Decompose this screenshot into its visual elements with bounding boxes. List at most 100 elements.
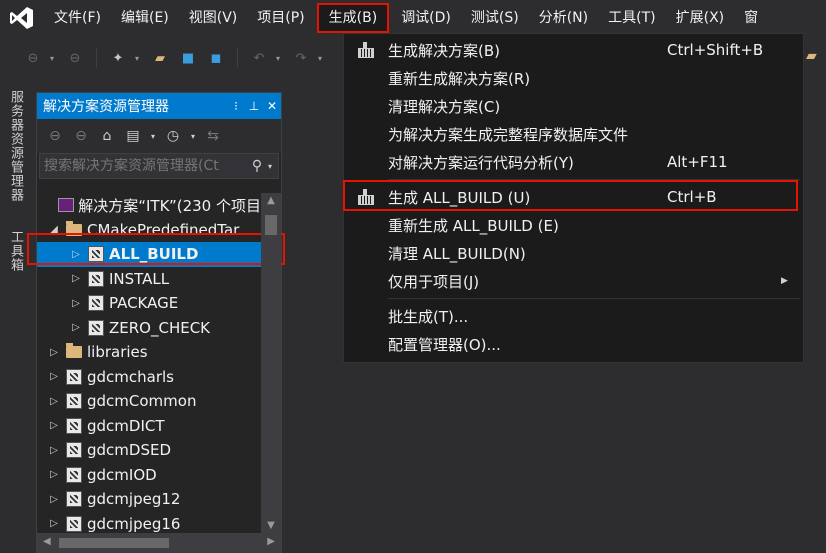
home-icon[interactable]: ⌂ [97, 128, 117, 144]
back-dropdown-icon[interactable]: ▾ [50, 54, 58, 63]
forward-icon[interactable]: ⊖ [64, 47, 86, 69]
menu-edit[interactable]: 编辑(E) [111, 0, 179, 36]
solution-explorer-titlebar: 解决方案资源管理器 ⁝ ⊥ ✕ [37, 93, 281, 119]
tree-item-label: libraries [87, 343, 148, 362]
build-menu-dropdown: 生成解决方案(B) Ctrl+Shift+B 重新生成解决方案(R) 清理解决方案(C… [343, 33, 804, 363]
tree-item[interactable]: ▷ gdcmcharls [37, 365, 261, 390]
menu-build[interactable]: 生成(B) [316, 3, 390, 33]
menu-window[interactable]: 窗 [734, 0, 768, 36]
menu-view[interactable]: 视图(V) [179, 0, 248, 36]
tree-item[interactable]: ▷ gdcmjpeg12 [37, 487, 261, 512]
tree-item[interactable]: ▷ gdcmCommon [37, 389, 261, 414]
collapse-arrow-icon[interactable]: ◢ [47, 224, 61, 235]
scroll-left-icon[interactable]: ◀ [43, 536, 51, 547]
menu-item-generate-full-pdb[interactable]: 为解决方案生成完整程序数据库文件 [344, 120, 803, 148]
pin-icon[interactable]: ⊥ [245, 99, 263, 113]
search-icon[interactable]: ⚲ [246, 158, 268, 174]
menu-item-build-all-build[interactable]: 生成 ALL_BUILD (U) Ctrl+B [344, 183, 803, 211]
scroll-up-icon[interactable]: ▲ [261, 195, 281, 206]
menu-file[interactable]: 文件(F) [44, 0, 111, 36]
undo-icon[interactable]: ↶ [248, 47, 270, 69]
menu-item-batch-build[interactable]: 批生成(T)... [344, 302, 803, 330]
menu-item-rebuild-all-build[interactable]: 重新生成 ALL_BUILD (E) [344, 211, 803, 239]
side-tab-strip: 服务器资源管理器 工具箱 [0, 80, 26, 553]
right-edge-area: ▰ [804, 38, 826, 553]
menu-test[interactable]: 测试(S) [461, 0, 529, 36]
new-project-dropdown-icon[interactable]: ▾ [135, 54, 143, 63]
tree-item[interactable]: ▷ ALL_BUILD [37, 242, 261, 267]
menu-item-run-code-analysis[interactable]: 对解决方案运行代码分析(Y) Alt+F11 [344, 148, 803, 176]
expand-arrow-icon[interactable]: ▷ [69, 322, 83, 333]
expand-arrow-icon[interactable]: ▷ [69, 273, 83, 284]
menu-item-clean-all-build[interactable]: 清理 ALL_BUILD(N) [344, 239, 803, 267]
menu-project[interactable]: 项目(P) [247, 0, 314, 36]
toolbox-tab[interactable]: 工具箱 [6, 230, 25, 272]
switch-views-icon[interactable]: ▤ [123, 128, 143, 144]
tree-item[interactable]: ▷ gdcmDICT [37, 414, 261, 439]
menu-extensions[interactable]: 扩展(X) [666, 0, 735, 36]
menu-item-rebuild-solution[interactable]: 重新生成解决方案(R) [344, 64, 803, 92]
forward-icon[interactable]: ⊖ [71, 128, 91, 144]
scroll-right-icon[interactable]: ▶ [267, 536, 275, 547]
solution-explorer-title: 解决方案资源管理器 [43, 99, 169, 115]
redo-dropdown-icon[interactable]: ▾ [318, 54, 326, 63]
tree-item[interactable]: 解决方案“ITK”(230 个项目 [37, 193, 261, 218]
tree-item[interactable]: ◢ CMakePredefinedTar [37, 218, 261, 243]
tree-item[interactable]: ▷ INSTALL [37, 267, 261, 292]
open-folder-icon[interactable]: ▰ [149, 47, 171, 69]
save-icon[interactable]: ■ [177, 47, 199, 69]
folder-icon [65, 343, 83, 360]
visual-studio-logo-icon[interactable] [0, 0, 44, 36]
tree-item[interactable]: ▷ ZERO_CHECK [37, 316, 261, 341]
menu-item-configuration-manager[interactable]: 配置管理器(O)... [344, 330, 803, 358]
expand-arrow-icon[interactable]: ▷ [47, 469, 61, 480]
menu-tools[interactable]: 工具(T) [598, 0, 665, 36]
tree-item-label: gdcmjpeg16 [87, 514, 181, 533]
expand-arrow-icon[interactable]: ▷ [47, 420, 61, 431]
expand-arrow-icon[interactable]: ▷ [69, 249, 83, 260]
menu-debug[interactable]: 调试(D) [391, 0, 461, 36]
expand-arrow-icon[interactable]: ▷ [47, 371, 61, 382]
vertical-scroll-thumb[interactable] [265, 215, 277, 235]
undo-dropdown-icon[interactable]: ▾ [276, 54, 284, 63]
menu-item-project-only[interactable]: 仅用于项目(J) ▶ [344, 267, 803, 295]
window-position-icon[interactable]: ⁝ [227, 99, 245, 113]
solution-search-input[interactable] [44, 158, 246, 174]
expand-arrow-icon[interactable]: ▷ [47, 445, 61, 456]
scroll-down-icon[interactable]: ▼ [261, 520, 281, 531]
tree-item[interactable]: ▷ gdcmjpeg16 [37, 512, 261, 534]
pending-changes-dropdown-icon[interactable]: ▾ [189, 132, 197, 141]
project-icon [87, 270, 105, 287]
expand-arrow-icon[interactable]: ▷ [69, 298, 83, 309]
back-icon[interactable]: ⊖ [22, 47, 44, 69]
close-icon[interactable]: ✕ [263, 99, 281, 113]
expand-arrow-icon[interactable]: ▷ [47, 494, 61, 505]
pending-changes-icon[interactable]: ◷ [163, 128, 183, 144]
menu-item-label: 仅用于项目(J) [388, 272, 480, 291]
toolbar-overflow-icon[interactable]: ▰ [806, 48, 817, 64]
sync-icon[interactable]: ⇆ [203, 128, 223, 144]
solution-explorer-toolbar: ⊖ ⊖ ⌂ ▤ ▾ ◷ ▾ ⇆ [37, 119, 281, 153]
menu-item-label: 清理 ALL_BUILD(N) [388, 244, 526, 263]
back-icon[interactable]: ⊖ [45, 128, 65, 144]
server-explorer-tab[interactable]: 服务器资源管理器 [6, 90, 25, 202]
tree-item[interactable]: ▷ PACKAGE [37, 291, 261, 316]
tree-item[interactable]: ▷ gdcmDSED [37, 438, 261, 463]
project-icon [65, 417, 83, 434]
tree-item[interactable]: ▷ libraries [37, 340, 261, 365]
new-project-icon[interactable]: ✦ [107, 47, 129, 69]
horizontal-scroll-thumb[interactable] [59, 538, 169, 548]
vertical-scrollbar[interactable]: ▲ ▼ [261, 193, 281, 533]
tree-item[interactable]: ▷ gdcmIOD [37, 463, 261, 488]
menu-item-clean-solution[interactable]: 清理解决方案(C) [344, 92, 803, 120]
search-options-dropdown-icon[interactable]: ▾ [268, 162, 278, 171]
switch-views-dropdown-icon[interactable]: ▾ [149, 132, 157, 141]
redo-icon[interactable]: ↷ [290, 47, 312, 69]
expand-arrow-icon[interactable]: ▷ [47, 396, 61, 407]
horizontal-scrollbar[interactable]: ◀ ▶ [37, 533, 281, 553]
menu-analyze[interactable]: 分析(N) [529, 0, 598, 36]
expand-arrow-icon[interactable]: ▷ [47, 518, 61, 529]
save-all-icon[interactable]: ◼ [205, 47, 227, 69]
menu-item-build-solution[interactable]: 生成解决方案(B) Ctrl+Shift+B [344, 36, 803, 64]
expand-arrow-icon[interactable]: ▷ [47, 347, 61, 358]
